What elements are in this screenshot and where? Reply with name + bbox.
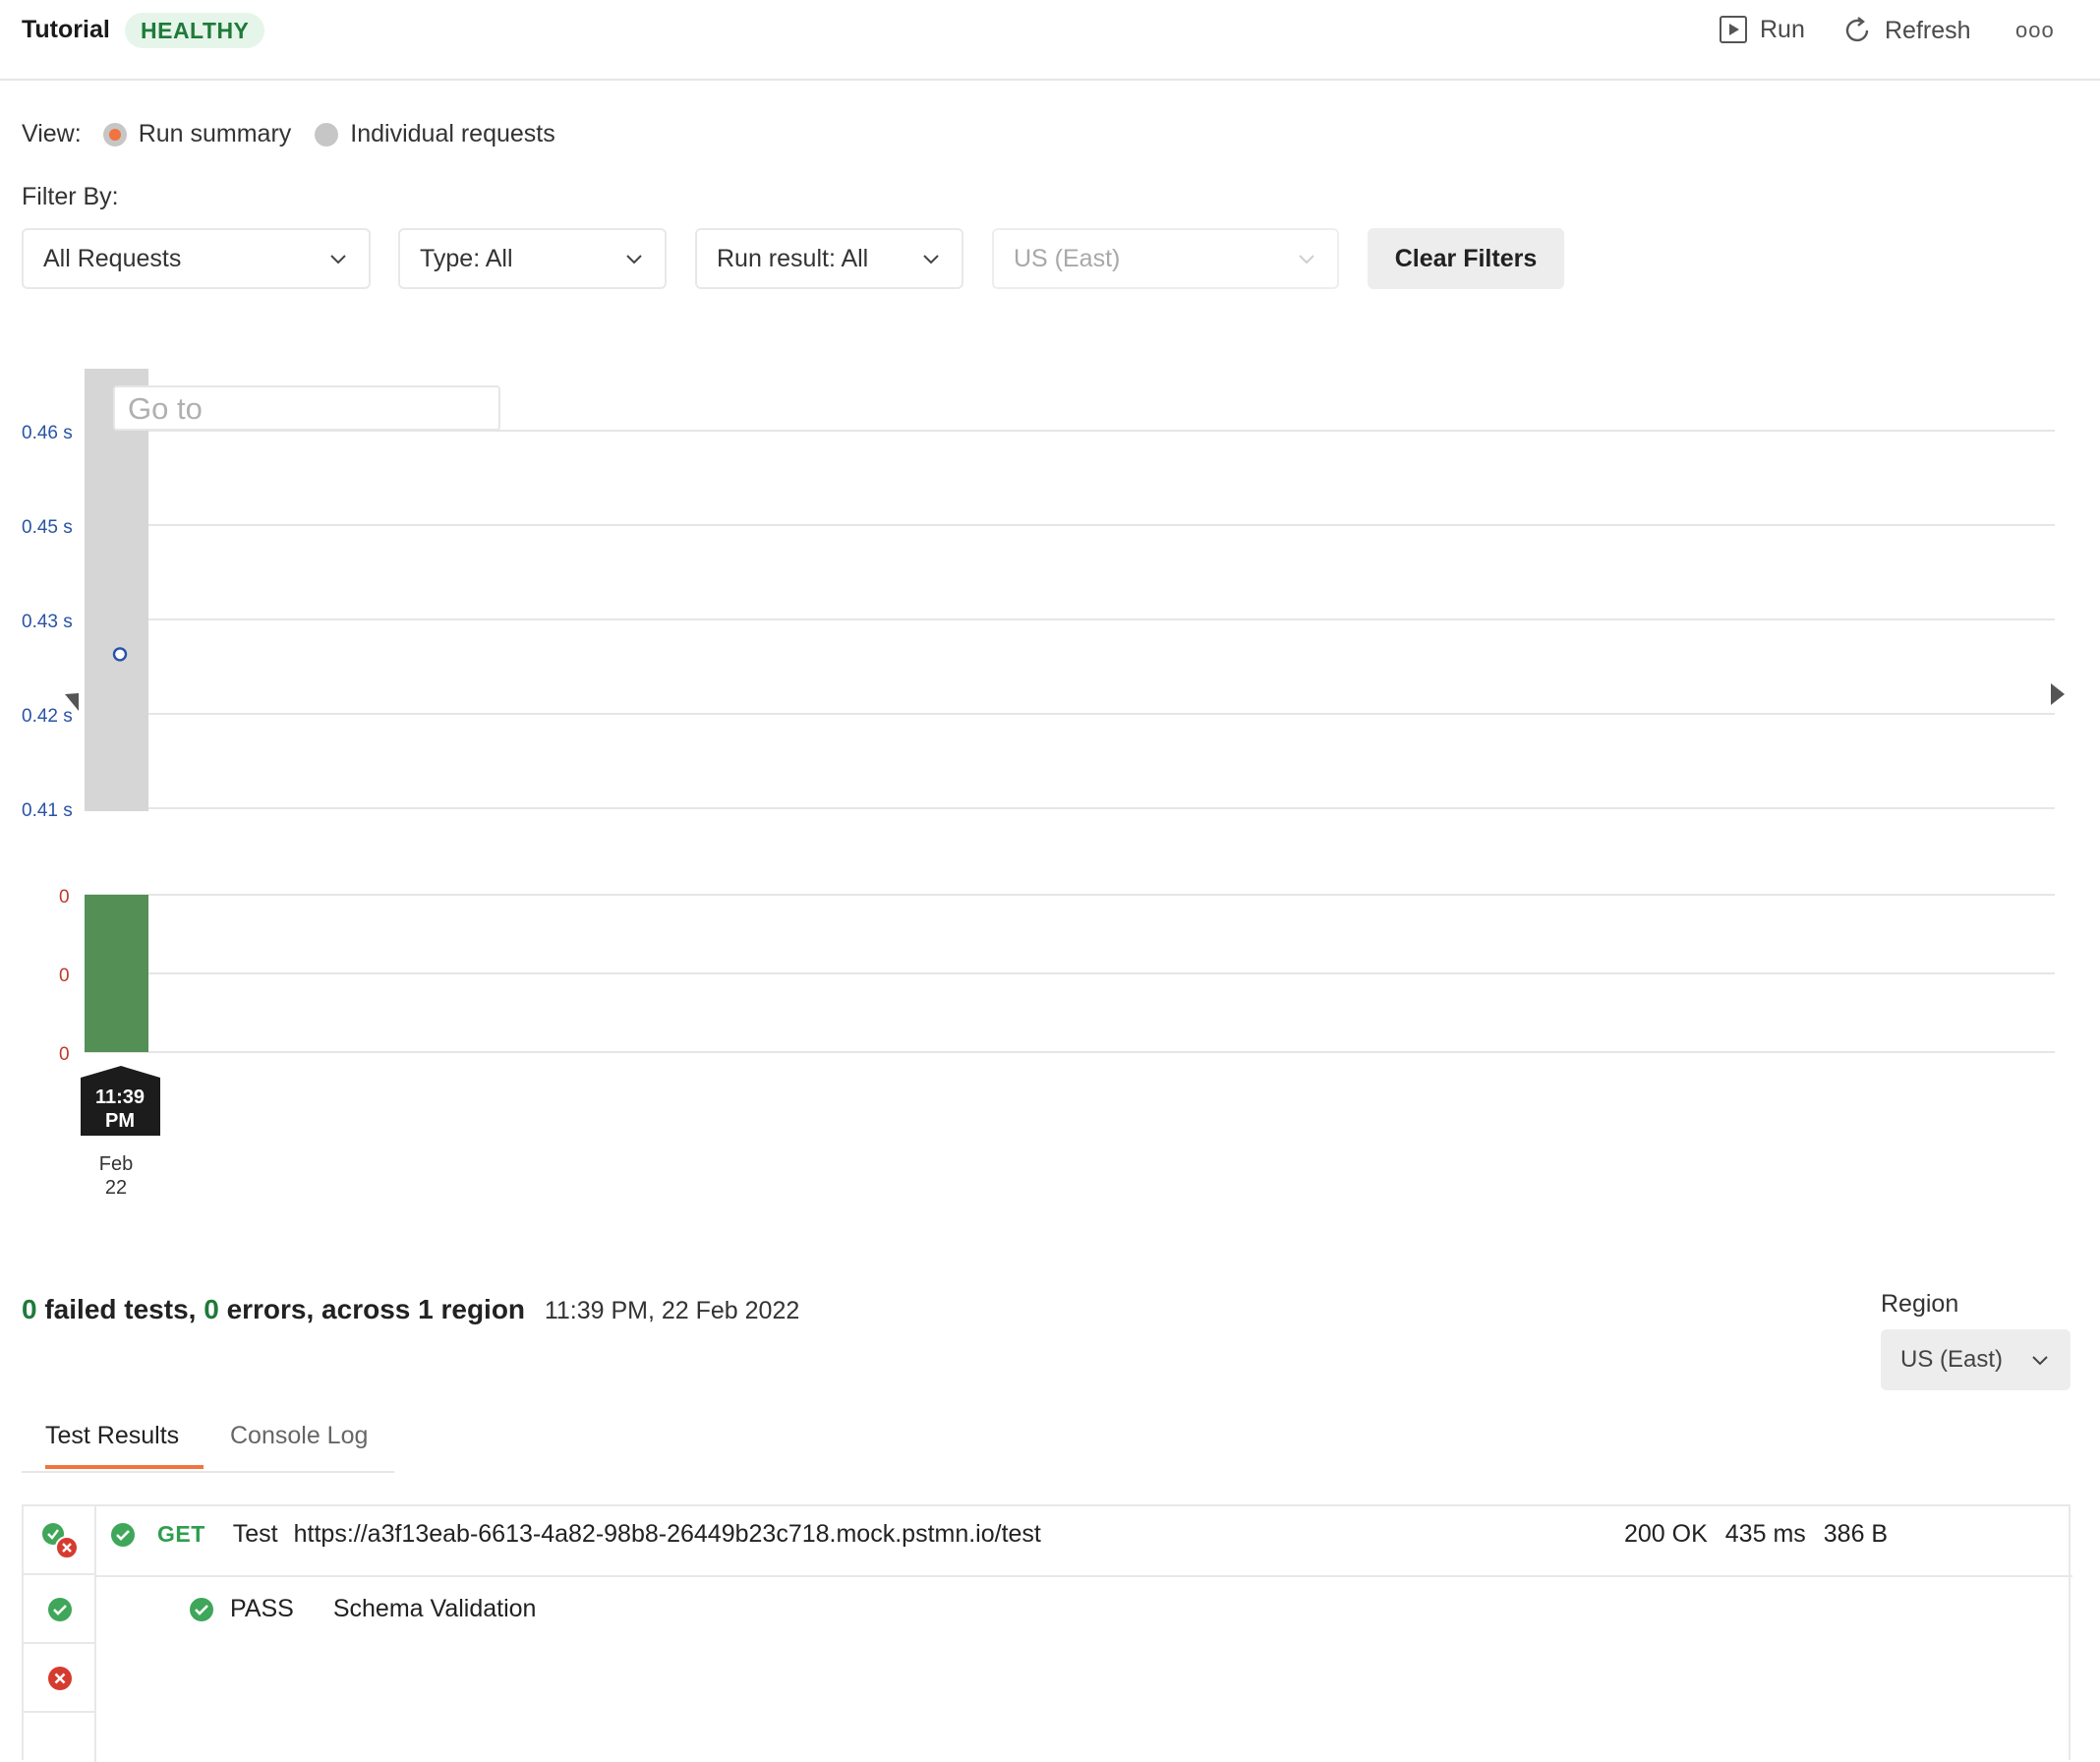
refresh-label: Refresh: [1885, 16, 1971, 44]
run-timestamp: 11:39 PM, 22 Feb 2022: [544, 1297, 800, 1324]
time-tooltip: 11:39 PM: [81, 1066, 160, 1136]
radio-individual-requests[interactable]: Individual requests: [315, 120, 555, 148]
date-day-label: 22: [105, 1177, 127, 1199]
status-badge: HEALTHY: [125, 13, 265, 48]
failed-count: 0: [22, 1294, 37, 1324]
active-tab-indicator: [45, 1465, 204, 1469]
selected-run-band[interactable]: [85, 369, 148, 811]
request-url: https://a3f13eab-6613-4a82-98b8-26449b23…: [293, 1520, 1041, 1548]
chevron-down-icon: [923, 255, 939, 264]
y-tick-label: 0: [59, 887, 70, 908]
region-dropdown-value: US (East): [1900, 1346, 2004, 1373]
chevron-down-icon: [626, 255, 642, 264]
type-filter-value: Type: All: [420, 244, 513, 272]
run-button[interactable]: Run: [1719, 15, 1805, 44]
test-name: Schema Validation: [332, 1595, 537, 1622]
request-method: GET: [157, 1521, 205, 1547]
run-summary-heading: 0 failed tests, 0 errors, across 1 regio…: [22, 1294, 799, 1325]
tooltip-ampm: PM: [105, 1110, 135, 1132]
results-tabs: Test Results Console Log: [22, 1408, 394, 1473]
requests-filter-value: All Requests: [43, 244, 182, 272]
filter-all-button[interactable]: [24, 1506, 94, 1575]
monitor-title: Tutorial: [22, 16, 110, 43]
row-divider: [94, 1575, 2072, 1577]
clear-filters-button[interactable]: Clear Filters: [1368, 228, 1564, 289]
filter-passed-button[interactable]: [24, 1575, 94, 1644]
response-time-chart: 0.46 s 0.45 s 0.43 s 0.42 s 0.41 s 0 0 0 11:39 …: [22, 369, 2065, 1199]
y-tick-label: 0.46 s: [22, 423, 73, 443]
region-filter-dropdown: US (East): [992, 228, 1339, 289]
check-circle-icon: [48, 1598, 72, 1621]
date-month-label: Feb: [99, 1153, 133, 1175]
more-options-button[interactable]: ooo: [2015, 18, 2055, 43]
y-tick-label: 0: [59, 1044, 70, 1065]
refresh-icon: [1845, 17, 1869, 42]
radio-unselected-icon: [315, 122, 339, 147]
top-bar: Tutorial HEALTHY Run Refresh ooo: [0, 0, 2100, 81]
response-time-point[interactable]: [112, 647, 128, 662]
radio-run-summary-label: Run summary: [138, 120, 292, 147]
region-dropdown[interactable]: US (East): [1881, 1329, 2071, 1390]
tooltip-time: 11:39: [95, 1087, 145, 1108]
y-tick-label: 0.41 s: [22, 800, 73, 821]
request-meta: 200 OK 435 ms 386 B: [1624, 1520, 1888, 1549]
region-filter-value: US (East): [1014, 244, 1121, 272]
pass-fail-icon: [42, 1523, 79, 1559]
response-time: 435 ms: [1724, 1520, 1806, 1548]
y-tick-label: 0: [59, 966, 70, 986]
refresh-button[interactable]: Refresh: [1841, 15, 1971, 46]
y-tick-label: 0.42 s: [22, 706, 73, 727]
test-result-row: PASS Schema Validation: [189, 1595, 536, 1623]
run-result-bar[interactable]: [85, 895, 148, 1052]
error-count: 0: [204, 1294, 219, 1324]
requests-filter-dropdown[interactable]: All Requests: [22, 228, 371, 289]
filter-by-label: Filter By:: [22, 183, 119, 210]
test-status: PASS: [230, 1595, 294, 1622]
response-status: 200 OK: [1624, 1520, 1708, 1548]
chevron-down-icon: [330, 255, 346, 264]
view-label: View:: [22, 120, 82, 147]
check-circle-icon: [190, 1597, 213, 1621]
error-circle-icon: [48, 1667, 72, 1690]
run-label: Run: [1760, 15, 1805, 43]
radio-selected-icon: [102, 122, 127, 147]
chevron-down-icon: [2032, 1356, 2048, 1366]
tab-test-results[interactable]: Test Results: [45, 1422, 179, 1450]
run-result-filter-dropdown[interactable]: Run result: All: [695, 228, 963, 289]
region-label: Region: [1881, 1290, 1959, 1318]
y-tick-label: 0.43 s: [22, 612, 73, 632]
test-results-table: GET Test https://a3f13eab-6613-4a82-98b8…: [22, 1504, 2072, 1762]
results-filter-gutter: [24, 1506, 96, 1762]
failed-text: failed tests,: [44, 1294, 197, 1324]
request-name: Test: [232, 1520, 278, 1548]
error-text: errors, across 1 region: [226, 1294, 526, 1324]
chevron-down-icon: [1299, 255, 1314, 264]
tab-console-log[interactable]: Console Log: [230, 1422, 368, 1450]
check-circle-icon: [111, 1522, 135, 1547]
type-filter-dropdown[interactable]: Type: All: [398, 228, 667, 289]
scroll-right-icon[interactable]: [2051, 683, 2065, 705]
view-selector: View: Run summary Individual requests: [22, 120, 579, 148]
request-row[interactable]: GET Test https://a3f13eab-6613-4a82-98b8…: [110, 1520, 1041, 1549]
play-icon: [1720, 16, 1747, 43]
radio-run-summary[interactable]: Run summary: [102, 120, 292, 148]
y-tick-label: 0.45 s: [22, 517, 73, 538]
response-size: 386 B: [1823, 1520, 1889, 1548]
go-to-input[interactable]: Go to: [113, 385, 500, 431]
filter-failed-button[interactable]: [24, 1644, 94, 1713]
run-result-filter-value: Run result: All: [717, 244, 869, 272]
radio-individual-requests-label: Individual requests: [350, 120, 555, 147]
